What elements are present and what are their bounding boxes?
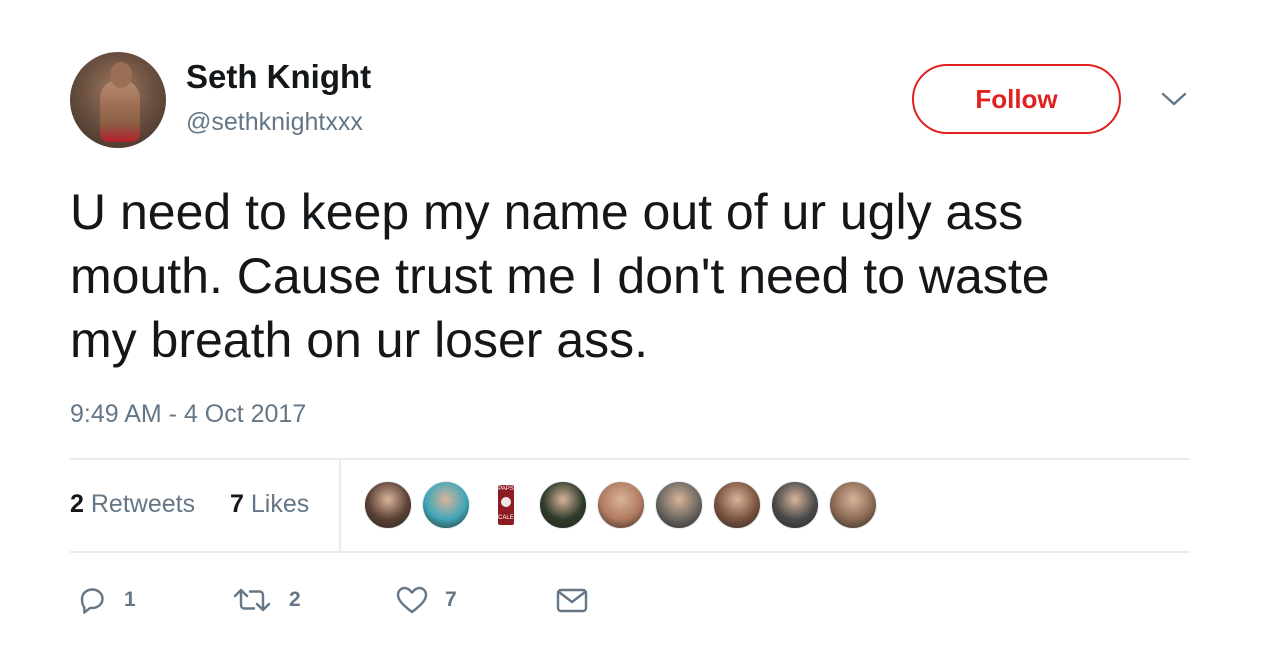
like-count: 7 [445,588,457,611]
paps-dot [501,497,511,507]
retweets-label: Retweets [90,490,196,518]
like-button[interactable]: 7 [395,582,457,618]
caleb-label: CALEB [498,515,518,521]
liker-avatar-9[interactable] [829,481,877,529]
liker-avatar-1[interactable] [364,481,412,529]
likes-stat[interactable]: 7 Likes [230,490,309,519]
liker-avatar-4[interactable] [539,481,587,529]
direct-message-button[interactable] [555,582,589,618]
likes-label: Likes [250,490,310,518]
avatar-figure-head [110,62,132,88]
reply-count: 1 [124,588,136,611]
stats-divider [339,460,341,551]
chevron-down-icon[interactable] [1160,88,1188,110]
divider-top [70,458,1190,460]
envelope-icon [556,588,588,613]
likes-count: 7 [230,490,244,518]
liker-avatar-7[interactable] [713,481,761,529]
retweet-count: 2 [289,588,301,611]
tweet-text: U need to keep my name out of ur ugly as… [70,184,1050,368]
author-name[interactable]: Seth Knight [186,58,371,96]
divider-bottom [70,551,1190,553]
liker-avatar-5[interactable] [597,481,645,529]
author-avatar[interactable] [70,52,166,148]
follow-button[interactable]: Follow [912,64,1121,134]
tweet-actions: 1 2 7 [0,582,1262,618]
reply-button[interactable]: 1 [76,582,136,618]
retweet-button[interactable]: 2 [231,582,301,618]
liker-avatar-2[interactable] [422,481,470,529]
liker-avatar-paps-caleb[interactable]: PAPS CALEB [493,481,519,529]
retweets-count: 2 [70,490,84,518]
paps-label: PAPS [498,486,514,492]
retweets-stat[interactable]: 2 Retweets [70,490,195,519]
heart-icon [396,586,428,614]
avatar-figure-torso [100,80,140,142]
retweet-icon [233,588,271,612]
reply-icon [80,588,104,614]
liker-avatar-8[interactable] [771,481,819,529]
author-handle[interactable]: @sethknightxxx [186,108,363,137]
tweet-timestamp[interactable]: 9:49 AM - 4 Oct 2017 [70,400,306,429]
liker-avatar-6[interactable] [655,481,703,529]
